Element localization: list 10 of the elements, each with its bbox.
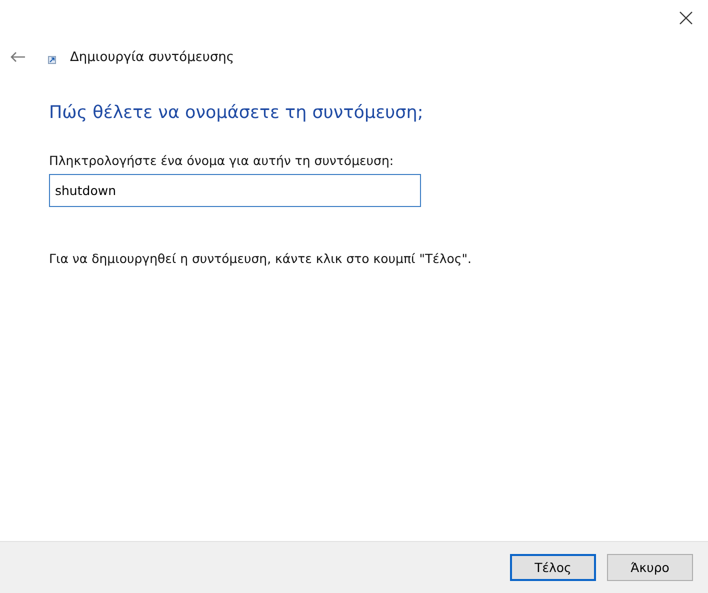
close-icon[interactable] xyxy=(679,11,693,25)
back-arrow-icon[interactable] xyxy=(10,51,26,63)
cancel-button[interactable]: Άκυρο xyxy=(607,554,693,581)
window-title: Δημιουργία συντόμευσης xyxy=(70,50,234,64)
page-heading: Πώς θέλετε να ονομάσετε τη συντόμευση; xyxy=(49,103,424,123)
field-label: Πληκτρολογήστε ένα όνομα για αυτήν τη συντόμευση: xyxy=(49,153,394,168)
name-field[interactable]: shutdown xyxy=(49,174,421,207)
shortcut-icon xyxy=(48,56,56,64)
finish-button[interactable]: Τέλος xyxy=(510,554,596,581)
instruction-text: Για να δημιουργηθεί η συντόμευση, κάντε κλικ στο κουμπί "Τέλος". xyxy=(49,251,472,266)
